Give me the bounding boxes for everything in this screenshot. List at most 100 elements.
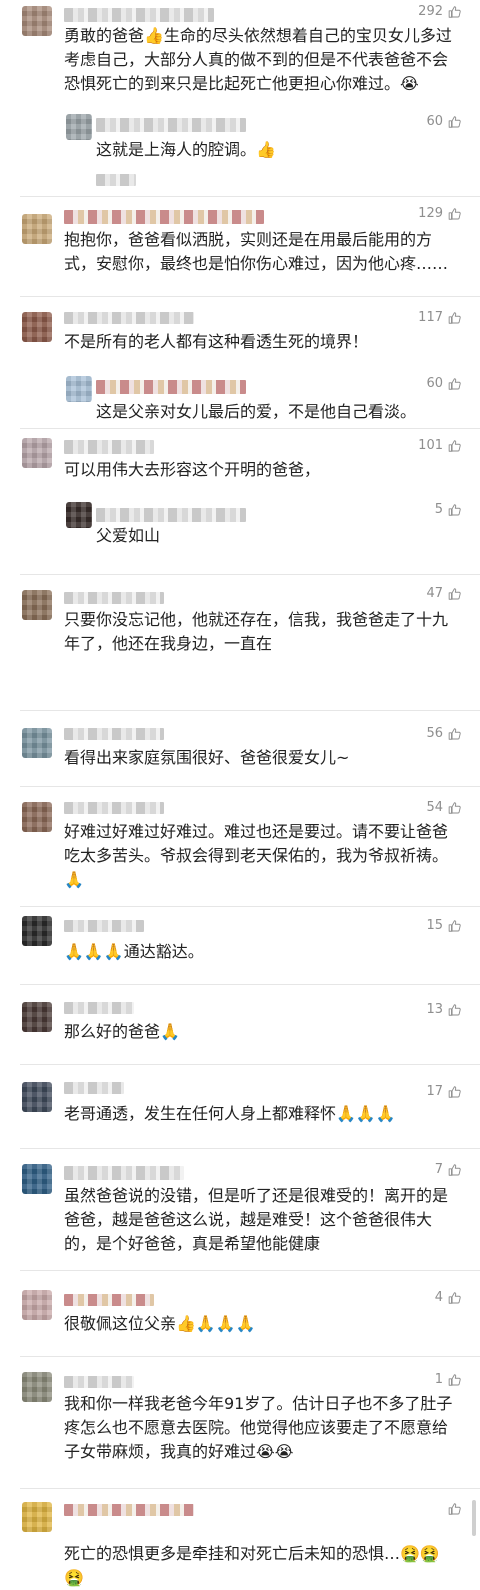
- like-button[interactable]: 47: [426, 586, 462, 601]
- like-button[interactable]: 7: [435, 1162, 462, 1177]
- thumbs-up-icon[interactable]: [448, 919, 462, 933]
- comment-text: 父爱如山: [96, 526, 161, 545]
- comment-text: 老哥通透，发生在任何人身上都难释怀🙏🙏🙏: [64, 1104, 396, 1123]
- like-button[interactable]: 292: [418, 4, 462, 19]
- like-button[interactable]: 117: [418, 310, 462, 325]
- username[interactable]: [64, 1166, 184, 1180]
- username[interactable]: [96, 508, 246, 522]
- like-count: 7: [434, 1162, 443, 1177]
- comment-text: 勇敢的爸爸👍生命的尽头依然想着自己的宝贝女儿多过考虑自己，大部分人真的做不到的但…: [64, 26, 452, 93]
- username[interactable]: [96, 174, 136, 186]
- username[interactable]: [64, 1002, 134, 1014]
- username[interactable]: [64, 210, 264, 224]
- thumbs-up-icon[interactable]: [448, 727, 462, 741]
- username[interactable]: [96, 118, 246, 132]
- thumbs-up-icon[interactable]: [448, 1373, 462, 1387]
- like-count: 101: [418, 438, 443, 453]
- thumbs-up-icon[interactable]: [448, 503, 462, 517]
- avatar[interactable]: [22, 214, 52, 244]
- like-count: 17: [426, 1084, 443, 1099]
- like-count: 15: [426, 918, 443, 933]
- thumbs-up-icon[interactable]: [448, 5, 462, 19]
- like-button[interactable]: 15: [426, 918, 462, 933]
- like-button[interactable]: 5: [435, 502, 462, 517]
- like-button[interactable]: 56: [426, 726, 462, 741]
- avatar[interactable]: [22, 728, 52, 758]
- like-button[interactable]: 60: [426, 376, 462, 391]
- avatar[interactable]: [22, 802, 52, 832]
- like-count: 47: [426, 586, 443, 601]
- divider: [20, 196, 480, 197]
- username[interactable]: [64, 1082, 124, 1094]
- divider: [20, 984, 480, 985]
- thumbs-up-icon[interactable]: [448, 1502, 462, 1516]
- comment-text: 这是父亲对女儿最后的爱，不是他自己看淡。: [96, 402, 417, 421]
- avatar[interactable]: [22, 312, 52, 342]
- thumbs-up-icon[interactable]: [448, 587, 462, 601]
- comment-text: 那么好的爸爸🙏: [64, 1022, 180, 1041]
- like-count: 117: [418, 310, 443, 325]
- avatar[interactable]: [66, 376, 92, 402]
- comment-text: 我和你一样我老爸今年91岁了。估计日子也不多了肚子疼怎么也不愿意去医院。他觉得他…: [64, 1394, 453, 1461]
- avatar[interactable]: [22, 6, 52, 36]
- username[interactable]: [64, 1294, 154, 1306]
- like-button[interactable]: 4: [435, 1290, 462, 1305]
- avatar[interactable]: [22, 590, 52, 620]
- comment-text: 很敬佩这位父亲👍🙏🙏🙏: [64, 1314, 256, 1333]
- username[interactable]: [64, 8, 214, 22]
- like-button[interactable]: 54: [426, 800, 462, 815]
- like-button[interactable]: 101: [418, 438, 462, 453]
- like-count: 60: [426, 376, 443, 391]
- like-count: 1: [434, 1372, 443, 1387]
- comment-text: 抱抱你，爸爸看似洒脱，实则还是在用最后能用的方式，安慰你，最终也是怕你伤心难过，…: [64, 230, 449, 273]
- like-button[interactable]: 129: [418, 206, 462, 221]
- avatar[interactable]: [22, 1082, 52, 1112]
- thumbs-up-icon[interactable]: [448, 1163, 462, 1177]
- divider: [20, 1270, 480, 1271]
- thumbs-up-icon[interactable]: [448, 207, 462, 221]
- username[interactable]: [64, 440, 154, 454]
- thumbs-up-icon[interactable]: [448, 1291, 462, 1305]
- divider: [20, 1356, 480, 1357]
- thumbs-up-icon[interactable]: [448, 801, 462, 815]
- username[interactable]: [64, 802, 164, 814]
- like-button[interactable]: 1: [435, 1372, 462, 1387]
- thumbs-up-icon[interactable]: [448, 377, 462, 391]
- avatar[interactable]: [66, 114, 92, 140]
- username[interactable]: [64, 592, 164, 604]
- thumbs-up-icon[interactable]: [448, 1085, 462, 1099]
- divider: [20, 1488, 480, 1489]
- avatar[interactable]: [22, 1502, 52, 1532]
- thumbs-up-icon[interactable]: [448, 311, 462, 325]
- username[interactable]: [64, 728, 164, 740]
- like-button[interactable]: [443, 1502, 462, 1516]
- like-count: 292: [418, 4, 443, 19]
- avatar[interactable]: [22, 1372, 52, 1402]
- avatar[interactable]: [22, 1164, 52, 1194]
- comment-text: 看得出来家庭氛围很好、爸爸很爱女儿~: [64, 748, 350, 767]
- avatar[interactable]: [22, 438, 52, 468]
- comment-text: 好难过好难过好难过。难过也还是要过。请不要让爸爸吃太多苦头。爷叔会得到老天保佑的…: [64, 822, 449, 889]
- thumbs-up-icon[interactable]: [448, 115, 462, 129]
- username[interactable]: [64, 920, 144, 932]
- thumbs-up-icon[interactable]: [448, 1003, 462, 1017]
- like-count: 13: [426, 1002, 443, 1017]
- divider: [20, 906, 480, 907]
- avatar[interactable]: [22, 916, 52, 946]
- divider: [20, 574, 480, 575]
- scrollbar[interactable]: [472, 1500, 476, 1536]
- like-button[interactable]: 17: [426, 1084, 462, 1099]
- like-button[interactable]: 60: [426, 114, 462, 129]
- thumbs-up-icon[interactable]: [448, 439, 462, 453]
- avatar[interactable]: [66, 502, 92, 528]
- avatar[interactable]: [22, 1002, 52, 1032]
- username[interactable]: [64, 1376, 134, 1388]
- avatar[interactable]: [22, 1290, 52, 1320]
- username[interactable]: [64, 312, 194, 324]
- divider: [20, 710, 480, 711]
- like-count: 5: [434, 502, 443, 517]
- username[interactable]: [96, 380, 246, 394]
- username[interactable]: [64, 1504, 194, 1516]
- like-button[interactable]: 13: [426, 1002, 462, 1017]
- comment-text: 死亡的恐惧更多是牵挂和对死亡后未知的恐惧…🤮🤮🤮: [64, 1544, 440, 1587]
